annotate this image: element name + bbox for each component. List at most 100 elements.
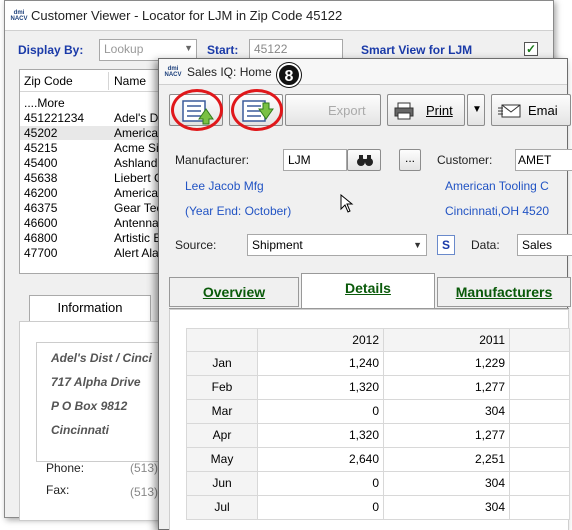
tab-strip: Overview Details Manufacturers	[169, 273, 571, 309]
grid-value-2012: 1,320	[258, 424, 384, 448]
export-label: Export	[328, 103, 366, 118]
grid-month: Jun	[186, 472, 258, 496]
tab-manufacturers[interactable]: Manufacturers	[437, 277, 571, 307]
list-item-name: Liebert C	[114, 171, 163, 185]
screenshot-canvas: dmi NACV Customer Viewer - Locator for LJ…	[0, 0, 572, 530]
list-item-selected[interactable]: 45202 American	[20, 126, 173, 140]
grid-empty-cell	[510, 400, 570, 424]
window-title: Customer Viewer - Locator for LJM in Zip…	[31, 8, 343, 23]
customer-browse-button[interactable]: ...	[399, 149, 421, 171]
grid-value-2011: 304	[384, 496, 510, 520]
grid-value-2012: 2,640	[258, 448, 384, 472]
grid-empty-cell	[510, 448, 570, 472]
source-label: Source:	[175, 238, 217, 252]
customer-input[interactable]: AMET	[515, 149, 572, 171]
list-item-zip: 46800	[24, 231, 58, 245]
print-button[interactable]: Print	[387, 94, 465, 126]
list-item[interactable]: 451221234 Adel's Dis	[20, 111, 173, 125]
window-title: Sales IQ: Home	[187, 65, 272, 79]
list-item[interactable]: 46800 Artistic E	[20, 231, 173, 245]
address-po-box: P O Box 9812	[51, 399, 128, 413]
manufacturer-label: Manufacturer:	[175, 153, 250, 167]
smart-view-checkbox[interactable]: ✓	[524, 42, 538, 56]
list-item[interactable]: 45215 Acme Sig	[20, 141, 173, 155]
printer-icon	[394, 102, 414, 120]
highlight-ring	[231, 89, 283, 131]
grid-empty-cell	[510, 496, 570, 520]
customer-city: Cincinnati,OH 4520	[445, 204, 550, 218]
grid-month: Jan	[186, 352, 258, 376]
start-label: Start:	[207, 43, 239, 57]
manufacturer-lookup-button[interactable]	[347, 149, 381, 171]
tab-information[interactable]: Information	[29, 295, 151, 321]
grid-value-2012: 0	[258, 496, 384, 520]
grid-value-2011: 2,251	[384, 448, 510, 472]
email-icon	[498, 104, 521, 118]
dropdown-arrow-icon: ▼	[184, 43, 193, 53]
highlight-ring	[171, 89, 223, 131]
zip-code-list[interactable]: Zip Code Name ....More 451221234 Adel's D…	[19, 69, 174, 274]
list-item[interactable]: 46200 American	[20, 186, 173, 200]
manufacturer-input[interactable]: LJM	[283, 149, 347, 171]
list-item[interactable]: 45638 Liebert C	[20, 171, 173, 185]
fax-value: (513)	[130, 485, 159, 499]
grid-value-2012: 1,240	[258, 352, 384, 376]
source-value: Shipment	[252, 238, 303, 252]
details-grid-area: 2012 2011 Jan 1,240 1,229 Feb 1,320 1,27…	[169, 309, 570, 530]
list-item-name: Antenna	[114, 216, 159, 230]
grid-empty-cell	[510, 376, 570, 400]
list-item-zip: 46375	[24, 201, 58, 215]
source-select[interactable]: Shipment ▼	[247, 234, 427, 256]
grid-value-2011: 1,229	[384, 352, 510, 376]
source-s-button[interactable]: S	[437, 235, 455, 255]
email-label: Emai	[528, 103, 558, 118]
grid-value-2012: 1,320	[258, 376, 384, 400]
list-item-zip: 47700	[24, 246, 58, 260]
print-options-button[interactable]: ▼	[467, 94, 485, 126]
manufacturer-name: Lee Jacob Mfg	[185, 179, 264, 193]
tab-overview[interactable]: Overview	[169, 277, 299, 307]
year-end-note: (Year End: October)	[185, 204, 292, 218]
display-by-value: Lookup	[104, 42, 144, 56]
grid-corner-cell	[186, 328, 258, 352]
column-header-name[interactable]: Name	[114, 74, 146, 88]
grid-value-2011: 304	[384, 472, 510, 496]
print-label: Print	[426, 103, 453, 118]
app-logo-icon: dmi NACV	[10, 10, 28, 22]
grid-empty-cell	[510, 352, 570, 376]
phone-value: (513)	[130, 461, 159, 475]
list-item-name: Ashland	[114, 156, 158, 170]
customer-name: American Tooling C	[445, 179, 549, 193]
grid-value-2012: 0	[258, 472, 384, 496]
sales-iq-titlebar: dmi NACV Sales IQ: Home 8	[159, 59, 567, 87]
list-item[interactable]: 46600 Antenna	[20, 216, 173, 230]
data-select[interactable]: Sales	[517, 234, 572, 256]
display-by-label: Display By:	[18, 43, 84, 57]
fax-label: Fax:	[46, 483, 70, 497]
grid-month: May	[186, 448, 258, 472]
tab-details[interactable]: Details	[301, 273, 435, 308]
step-number-badge: 8	[277, 63, 301, 87]
export-button[interactable]: Export	[285, 94, 381, 126]
list-item[interactable]: 46375 Gear Tec	[20, 201, 173, 215]
address-box: Adel's Dist / Cinci 717 Alpha Drive P O …	[36, 342, 176, 462]
list-item[interactable]: ....More	[20, 96, 173, 110]
grid-value-2011: 1,277	[384, 424, 510, 448]
list-item-name: Artistic E	[114, 231, 162, 245]
grid-empty-cell	[510, 424, 570, 448]
column-header-zip[interactable]: Zip Code	[24, 74, 73, 88]
list-item[interactable]: 47700 Alert Alar	[20, 246, 173, 260]
list-item-zip: 45638	[24, 171, 58, 185]
mouse-cursor-icon	[340, 194, 354, 213]
list-item-zip: 45215	[24, 141, 58, 155]
dropdown-arrow-icon: ▼	[413, 240, 422, 250]
list-item-zip: ....More	[24, 96, 65, 110]
address-company: Adel's Dist / Cinci	[51, 351, 152, 365]
email-button[interactable]: Emai	[491, 94, 571, 126]
information-panel: Adel's Dist / Cinci 717 Alpha Drive P O …	[19, 321, 176, 521]
binoculars-icon	[357, 155, 373, 166]
list-item[interactable]: 45400 Ashland	[20, 156, 173, 170]
list-item-name: Alert Alar	[114, 246, 163, 260]
data-label: Data:	[471, 238, 500, 252]
smart-view-label: Smart View for LJM	[361, 43, 473, 57]
